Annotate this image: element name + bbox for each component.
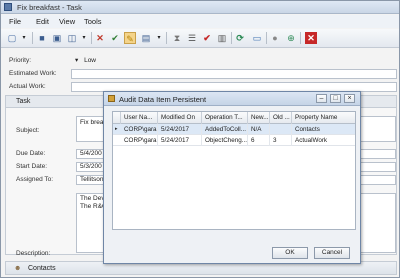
audit-grid: User Na... Modified On Operation T... Ne… (112, 111, 356, 230)
close-record-icon[interactable]: ✕ (305, 32, 317, 44)
hourglass-icon[interactable]: ⧗ (171, 32, 183, 44)
validate-icon[interactable]: ✔ (109, 32, 121, 44)
window-title: Fix breakfast - Task (17, 3, 82, 12)
title-bar: Fix breakfast - Task (1, 1, 399, 14)
table-row[interactable]: CORP\gara... 5/24/2017 ObjectCheng... 6 … (113, 135, 355, 146)
row-indicator-icon: ▸ (115, 126, 118, 132)
toolbar-separator (231, 32, 232, 44)
start-date-label: Start Date: (16, 163, 48, 170)
new-icon[interactable]: ▢ (6, 32, 18, 44)
toolbar-separator (166, 32, 167, 44)
save-icon[interactable]: ■ (36, 32, 48, 44)
cell-new-value: 6 (248, 135, 270, 146)
ok-button[interactable]: OK (272, 247, 308, 259)
chevron-down-icon: ▾ (75, 57, 79, 64)
refresh-icon[interactable]: ⟳ (234, 32, 246, 44)
assigned-to-label: Assigned To: (16, 176, 54, 183)
save-close-icon[interactable]: ▣ (51, 32, 63, 44)
list-dropdown-icon[interactable]: ▾ (153, 32, 165, 44)
save-new-icon[interactable]: ◫ (66, 32, 78, 44)
cell-new-value: N/A (248, 124, 270, 135)
subject-label: Subject: (16, 127, 40, 134)
delete-icon[interactable]: ✕ (94, 32, 106, 44)
app-icon (4, 3, 12, 11)
attach-icon[interactable]: ▥ (216, 32, 228, 44)
toolbar-separator (32, 32, 33, 44)
complete-icon[interactable]: ✔ (201, 32, 213, 44)
audit-dialog: Audit Data Item Persistent – □ × User Na… (103, 91, 361, 264)
column-header-modified-on[interactable]: Modified On (158, 112, 202, 124)
maximize-button[interactable]: □ (330, 94, 341, 103)
menu-edit[interactable]: Edit (36, 17, 49, 26)
due-date-label: Due Date: (16, 150, 46, 157)
list-view-icon[interactable]: ☰ (186, 32, 198, 44)
cell-old-value: 3 (270, 135, 292, 146)
priority-value: Low (84, 57, 97, 64)
menu-tools[interactable]: Tools (84, 17, 102, 26)
cell-old-value (270, 124, 292, 135)
cell-user: CORP\gara... (121, 124, 158, 135)
column-header-property-name[interactable]: Property Name (292, 112, 355, 124)
menu-file[interactable]: File (9, 17, 21, 26)
next-icon[interactable]: ⊕ (285, 32, 297, 44)
minimize-button[interactable]: – (316, 94, 327, 103)
save-dropdown-icon[interactable]: ▾ (78, 32, 90, 44)
contacts-icon: ☻ (14, 265, 22, 272)
priority-label: Priority: (9, 57, 32, 64)
column-header-new-value[interactable]: New... (248, 112, 270, 124)
column-header-user[interactable]: User Na... (121, 112, 158, 124)
toolbar: ▢ ▾ ■ ▣ ◫ ▾ ✕ ✔ ✎ ▤ ▾ ⧗ ☰ ✔ ▥ ⟳ ▭ ● ⊕ ✕ (1, 29, 399, 48)
row-indicator-header (113, 112, 121, 124)
table-row[interactable]: ▸ CORP\gara... 5/24/2017 AddedToColl... … (113, 124, 355, 135)
previous-icon[interactable]: ● (269, 32, 281, 44)
list-icon[interactable]: ▤ (140, 32, 152, 44)
cell-user: CORP\gara... (121, 135, 158, 146)
description-label: Description: (16, 250, 51, 257)
dialog-title: Audit Data Item Persistent (119, 95, 207, 104)
grid-header: User Na... Modified On Operation T... Ne… (113, 112, 355, 124)
cancel-button[interactable]: Cancel (314, 247, 350, 259)
toolbar-separator (91, 32, 92, 44)
menu-view[interactable]: View (59, 17, 75, 26)
actual-work-label: Actual Work: (9, 83, 46, 90)
dialog-title-bar: Audit Data Item Persistent – □ × (104, 92, 360, 106)
estimated-work-label: Estimated Work: (9, 70, 57, 77)
contacts-tab-label: Contacts (28, 265, 56, 272)
toolbar-separator (300, 32, 301, 44)
task-group-title: Task (16, 98, 31, 105)
new-dropdown-icon[interactable]: ▾ (18, 32, 30, 44)
window-icon[interactable]: ▭ (251, 32, 263, 44)
column-header-old-value[interactable]: Old ... (270, 112, 292, 124)
cell-modified-on: 5/24/2017 (158, 135, 202, 146)
priority-select[interactable]: ▾ Low (71, 56, 397, 66)
cell-modified-on: 5/24/2017 (158, 124, 202, 135)
cell-operation-type: ObjectCheng... (202, 135, 248, 146)
toolbar-separator (266, 32, 267, 44)
audit-icon[interactable]: ✎ (124, 32, 136, 44)
cell-operation-type: AddedToColl... (202, 124, 248, 135)
audit-dialog-icon (108, 95, 115, 102)
cell-property-name: Contacts (295, 126, 320, 133)
close-button[interactable]: × (344, 94, 355, 103)
estimated-work-field[interactable] (71, 69, 397, 79)
cell-property-name: ActualWork (295, 137, 328, 144)
column-header-operation-type[interactable]: Operation T... (202, 112, 248, 124)
menu-bar: File Edit View Tools (1, 15, 399, 28)
